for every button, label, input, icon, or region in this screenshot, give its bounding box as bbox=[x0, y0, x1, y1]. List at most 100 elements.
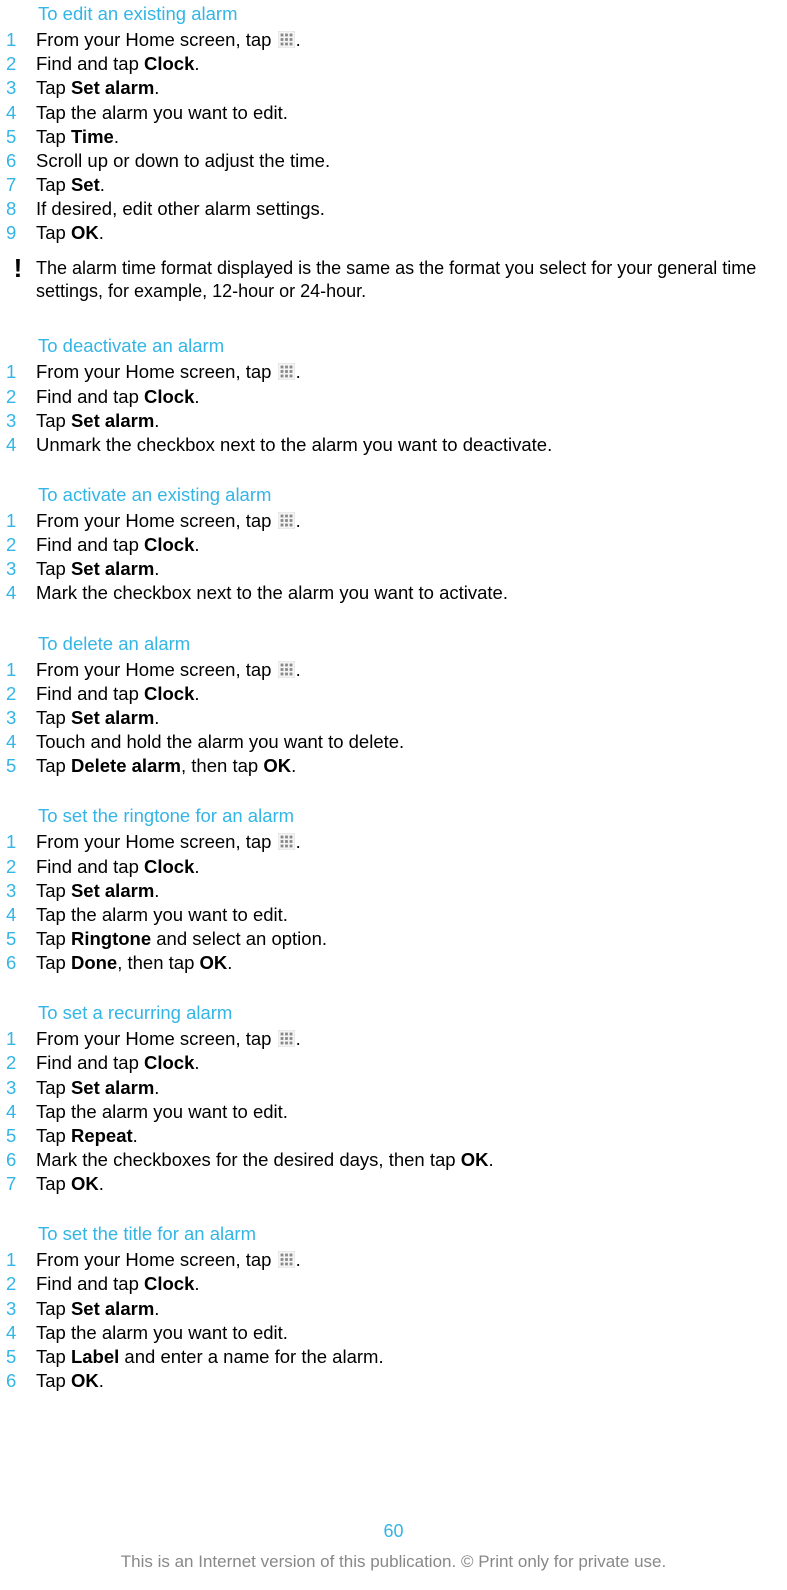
step-number: 3 bbox=[0, 706, 36, 729]
step-text: Mark the checkbox next to the alarm you … bbox=[36, 581, 787, 604]
apps-grid-icon bbox=[278, 363, 295, 380]
step-number: 1 bbox=[0, 658, 36, 681]
page-number: 60 bbox=[0, 1520, 787, 1543]
step-text: Scroll up or down to adjust the time. bbox=[36, 149, 787, 172]
step-number: 2 bbox=[0, 52, 36, 75]
apps-grid-icon bbox=[278, 512, 295, 529]
step: 2Find and tap Clock. bbox=[0, 385, 787, 409]
step-text: Tap OK. bbox=[36, 1369, 787, 1392]
step: 2Find and tap Clock. bbox=[0, 52, 787, 76]
step: 1From your Home screen, tap . bbox=[0, 658, 787, 682]
step-text: Tap OK. bbox=[36, 1172, 787, 1195]
step-text: Tap Set. bbox=[36, 173, 787, 196]
step: 8If desired, edit other alarm settings. bbox=[0, 197, 787, 221]
step: 1From your Home screen, tap . bbox=[0, 28, 787, 52]
step-text: Tap the alarm you want to edit. bbox=[36, 101, 787, 124]
step-number: 9 bbox=[0, 221, 36, 244]
step-number: 3 bbox=[0, 879, 36, 902]
section-title: To set the ringtone for an alarm bbox=[0, 796, 787, 830]
step-number: 5 bbox=[0, 125, 36, 148]
step-number: 6 bbox=[0, 951, 36, 974]
step: 1From your Home screen, tap . bbox=[0, 1248, 787, 1272]
section: To deactivate an alarm1From your Home sc… bbox=[0, 326, 787, 457]
step: 1From your Home screen, tap . bbox=[0, 360, 787, 384]
step-number: 4 bbox=[0, 101, 36, 124]
step-list: 1From your Home screen, tap .2Find and t… bbox=[0, 1027, 787, 1196]
note: !The alarm time format displayed is the … bbox=[0, 245, 787, 308]
step: 3Tap Set alarm. bbox=[0, 76, 787, 100]
step-number: 3 bbox=[0, 1297, 36, 1320]
step-number: 4 bbox=[0, 581, 36, 604]
step-number: 3 bbox=[0, 557, 36, 580]
step-number: 5 bbox=[0, 754, 36, 777]
apps-grid-icon bbox=[278, 661, 295, 678]
apps-grid-icon bbox=[278, 1030, 295, 1047]
step-text: Tap Set alarm. bbox=[36, 409, 787, 432]
step: 4Mark the checkbox next to the alarm you… bbox=[0, 581, 787, 605]
step-number: 2 bbox=[0, 385, 36, 408]
step: 2Find and tap Clock. bbox=[0, 682, 787, 706]
section: To activate an existing alarm1From your … bbox=[0, 475, 787, 606]
step: 6Tap Done, then tap OK. bbox=[0, 951, 787, 975]
step: 4Unmark the checkbox next to the alarm y… bbox=[0, 433, 787, 457]
step: 2Find and tap Clock. bbox=[0, 855, 787, 879]
step-text: Find and tap Clock. bbox=[36, 385, 787, 408]
step-number: 2 bbox=[0, 533, 36, 556]
step-text: Tap the alarm you want to edit. bbox=[36, 903, 787, 926]
step-number: 4 bbox=[0, 1321, 36, 1344]
step-number: 2 bbox=[0, 855, 36, 878]
step-number: 1 bbox=[0, 830, 36, 853]
step-number: 2 bbox=[0, 1272, 36, 1295]
section: To set the ringtone for an alarm1From yo… bbox=[0, 796, 787, 975]
step-text: Mark the checkboxes for the desired days… bbox=[36, 1148, 787, 1171]
step-text: Tap Label and enter a name for the alarm… bbox=[36, 1345, 787, 1368]
step-number: 2 bbox=[0, 682, 36, 705]
section-title: To deactivate an alarm bbox=[0, 326, 787, 360]
step: 5Tap Label and enter a name for the alar… bbox=[0, 1345, 787, 1369]
step: 2Find and tap Clock. bbox=[0, 1051, 787, 1075]
step-text: Tap Set alarm. bbox=[36, 706, 787, 729]
section: To delete an alarm1From your Home screen… bbox=[0, 624, 787, 779]
step-list: 1From your Home screen, tap .2Find and t… bbox=[0, 509, 787, 606]
section-title: To delete an alarm bbox=[0, 624, 787, 658]
step-text: Tap Set alarm. bbox=[36, 1076, 787, 1099]
step-list: 1From your Home screen, tap .2Find and t… bbox=[0, 28, 787, 245]
step: 1From your Home screen, tap . bbox=[0, 1027, 787, 1051]
step-text: Tap Set alarm. bbox=[36, 879, 787, 902]
step: 5Tap Repeat. bbox=[0, 1124, 787, 1148]
step-number: 1 bbox=[0, 28, 36, 51]
step-number: 3 bbox=[0, 76, 36, 99]
step-number: 6 bbox=[0, 1369, 36, 1392]
step-text: Tap Delete alarm, then tap OK. bbox=[36, 754, 787, 777]
step: 3Tap Set alarm. bbox=[0, 879, 787, 903]
step-text: From your Home screen, tap . bbox=[36, 360, 787, 383]
section-title: To edit an existing alarm bbox=[0, 0, 787, 28]
section-title: To activate an existing alarm bbox=[0, 475, 787, 509]
apps-grid-icon bbox=[278, 833, 295, 850]
step-text: Tap the alarm you want to edit. bbox=[36, 1321, 787, 1344]
step-text: From your Home screen, tap . bbox=[36, 1248, 787, 1271]
step-text: From your Home screen, tap . bbox=[36, 658, 787, 681]
step: 7Tap OK. bbox=[0, 1172, 787, 1196]
step: 4Tap the alarm you want to edit. bbox=[0, 101, 787, 125]
step-number: 4 bbox=[0, 1100, 36, 1123]
step-number: 7 bbox=[0, 1172, 36, 1195]
step-text: Tap Time. bbox=[36, 125, 787, 148]
step: 9Tap OK. bbox=[0, 221, 787, 245]
note-text: The alarm time format displayed is the s… bbox=[36, 255, 777, 302]
step-text: From your Home screen, tap . bbox=[36, 830, 787, 853]
apps-grid-icon bbox=[278, 1251, 295, 1268]
page: To edit an existing alarm1From your Home… bbox=[0, 0, 787, 1590]
step: 5Tap Delete alarm, then tap OK. bbox=[0, 754, 787, 778]
step-number: 4 bbox=[0, 903, 36, 926]
step-text: Find and tap Clock. bbox=[36, 682, 787, 705]
step-number: 3 bbox=[0, 409, 36, 432]
step: 3Tap Set alarm. bbox=[0, 1076, 787, 1100]
step-number: 4 bbox=[0, 730, 36, 753]
step: 4Tap the alarm you want to edit. bbox=[0, 903, 787, 927]
step-text: Tap Repeat. bbox=[36, 1124, 787, 1147]
step-number: 6 bbox=[0, 1148, 36, 1171]
step: 3Tap Set alarm. bbox=[0, 409, 787, 433]
footer-text: This is an Internet version of this publ… bbox=[0, 1551, 787, 1572]
step-list: 1From your Home screen, tap .2Find and t… bbox=[0, 360, 787, 457]
